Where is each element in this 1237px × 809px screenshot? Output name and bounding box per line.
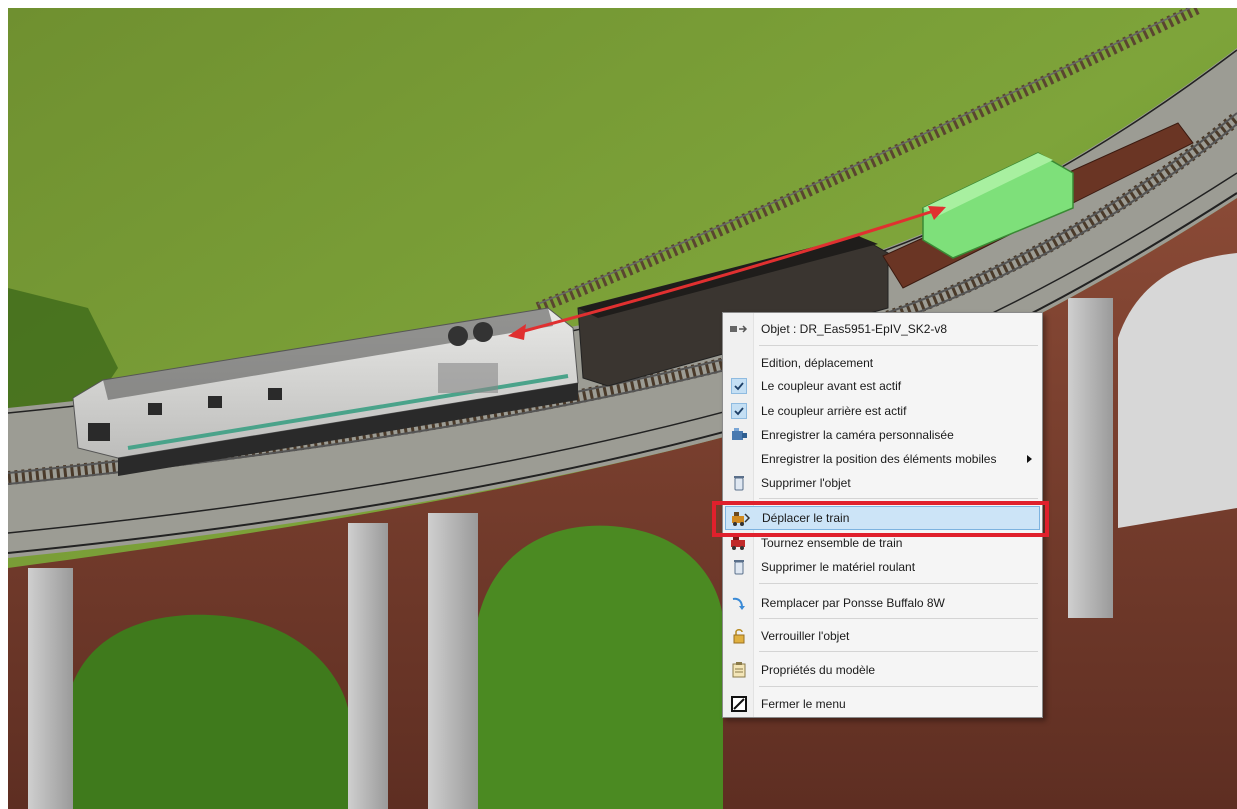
menu-item-close-menu[interactable]: Fermer le menu xyxy=(725,692,1040,716)
menu-item-replace[interactable]: Remplacer par Ponsse Buffalo 8W xyxy=(725,591,1040,615)
menu-item-move-train[interactable]: Déplacer le train xyxy=(725,506,1040,530)
menu-item-label: Tournez ensemble de train xyxy=(761,536,903,550)
menu-object-header: Objet : DR_Eas5951-EpIV_SK2-v8 xyxy=(725,317,1040,341)
menu-item-label: Remplacer par Ponsse Buffalo 8W xyxy=(761,596,945,610)
menu-item-rear-coupler[interactable]: Le coupleur arrière est actif xyxy=(725,399,1040,423)
menu-item-label: Verrouiller l'objet xyxy=(761,629,850,643)
move-train-icon xyxy=(726,506,754,530)
trash-icon xyxy=(725,471,753,495)
scene-render xyxy=(8,8,1237,809)
menu-separator xyxy=(759,583,1038,584)
menu-item-label: Fermer le menu xyxy=(761,697,846,711)
viaduct-pillar xyxy=(348,523,388,809)
checkmark-icon xyxy=(725,374,753,398)
lock-icon xyxy=(725,624,753,648)
menu-separator xyxy=(759,651,1038,652)
menu-item-label: Le coupleur arrière est actif xyxy=(761,404,907,418)
menu-separator xyxy=(759,618,1038,619)
close-menu-icon xyxy=(725,692,753,716)
clipboard-icon xyxy=(725,658,753,682)
menu-item-label: Enregistrer la position des éléments mob… xyxy=(761,452,997,466)
menu-item-turn-train[interactable]: Tournez ensemble de train xyxy=(725,531,1040,555)
viewport-3d-scene[interactable] xyxy=(8,8,1237,809)
replace-arrow-icon xyxy=(725,591,753,615)
menu-item-label: Déplacer le train xyxy=(762,511,850,525)
viaduct-pillar xyxy=(28,568,73,809)
menu-item-label: Supprimer l'objet xyxy=(761,476,851,490)
turn-train-icon xyxy=(725,531,753,555)
viaduct-arch xyxy=(478,525,723,809)
camera-save-icon xyxy=(725,423,753,447)
menu-separator xyxy=(759,686,1038,687)
context-menu[interactable]: Objet : DR_Eas5951-EpIV_SK2-v8 Edition, … xyxy=(722,312,1043,718)
menu-item-save-mobile-positions[interactable]: Enregistrer la position des éléments mob… xyxy=(725,447,1040,471)
submenu-arrow-icon xyxy=(1027,455,1032,463)
viaduct-pillar xyxy=(428,513,478,809)
menu-item-front-coupler[interactable]: Le coupleur avant est actif xyxy=(725,374,1040,398)
menu-separator xyxy=(759,345,1038,346)
object-name-label: Objet : DR_Eas5951-EpIV_SK2-v8 xyxy=(761,322,948,336)
menu-item-label: Le coupleur avant est actif xyxy=(761,379,902,393)
menu-item-save-camera[interactable]: Enregistrer la caméra personnalisée xyxy=(725,423,1040,447)
viaduct-pillar xyxy=(1068,298,1113,618)
menu-item-label: Propriétés du modèle xyxy=(761,663,876,677)
menu-item-model-properties[interactable]: Propriétés du modèle xyxy=(725,658,1040,682)
menu-item-label: Supprimer le matériel roulant xyxy=(761,560,916,574)
menu-item-delete-rolling-stock[interactable]: Supprimer le matériel roulant xyxy=(725,555,1040,579)
checkmark-icon xyxy=(725,399,753,423)
menu-item-edit-move[interactable]: Edition, déplacement xyxy=(725,351,1040,375)
menu-item-label: Edition, déplacement xyxy=(761,356,874,370)
trash-icon xyxy=(725,555,753,579)
menu-item-delete-object[interactable]: Supprimer l'objet xyxy=(725,471,1040,495)
menu-item-lock-object[interactable]: Verrouiller l'objet xyxy=(725,624,1040,648)
object-arrow-icon xyxy=(725,317,753,341)
menu-separator xyxy=(759,498,1038,499)
menu-item-label: Enregistrer la caméra personnalisée xyxy=(761,428,954,442)
